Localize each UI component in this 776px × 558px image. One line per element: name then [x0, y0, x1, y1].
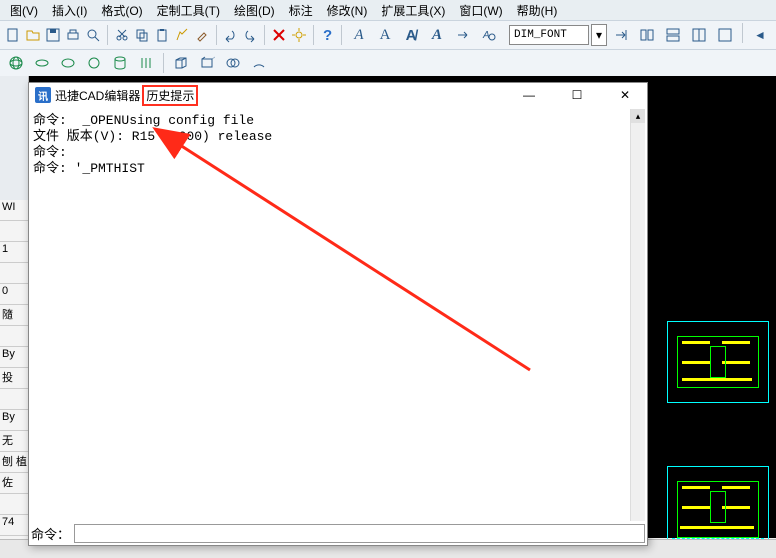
menu-draw[interactable]: 绘图(D)	[228, 0, 281, 21]
layout1-icon[interactable]	[635, 23, 659, 47]
arc-icon[interactable]	[247, 51, 271, 75]
font-style-a2[interactable]: A	[373, 23, 397, 47]
layout3-icon[interactable]	[687, 23, 711, 47]
separator	[341, 25, 342, 45]
match-icon[interactable]	[173, 23, 191, 47]
font-find-icon[interactable]: A	[477, 23, 501, 47]
brush-icon[interactable]	[193, 23, 211, 47]
menu-insert[interactable]: 插入(I)	[46, 0, 93, 21]
ellipse-icon[interactable]	[30, 51, 54, 75]
separator	[107, 25, 108, 45]
side-cell[interactable]: WI	[0, 200, 28, 221]
side-cell[interactable]	[0, 326, 28, 347]
separator	[264, 25, 265, 45]
shapes-toolbar	[0, 50, 776, 77]
menu-extend-tools[interactable]: 扩展工具(X)	[375, 0, 451, 21]
preview-icon[interactable]	[84, 23, 102, 47]
menu-view[interactable]: 图(V)	[4, 0, 44, 21]
command-prompt-label: 命令：	[31, 524, 74, 543]
right-toolbar: ◄	[635, 23, 772, 47]
redo-icon[interactable]	[241, 23, 259, 47]
save-icon[interactable]	[44, 23, 62, 47]
history-titlebar[interactable]: 讯 迅捷CAD编辑器 历史提示 — ☐ ✕	[29, 83, 647, 107]
font-toolbar: A A A̸ A A	[347, 23, 501, 47]
delete-x-icon[interactable]	[270, 23, 288, 47]
side-cell[interactable]	[0, 263, 28, 284]
menu-modify[interactable]: 修改(N)	[321, 0, 374, 21]
minimize-button[interactable]: —	[513, 85, 545, 105]
dim-apply-icon[interactable]	[609, 23, 633, 47]
burst-icon[interactable]	[290, 23, 308, 47]
print-icon[interactable]	[64, 23, 82, 47]
dim-font-selector: ▾	[509, 23, 633, 47]
scroll-up-icon[interactable]: ▴	[631, 109, 645, 123]
history-window: 讯 迅捷CAD编辑器 历史提示 — ☐ ✕ 命令: _OPENUsing con…	[28, 82, 648, 546]
layout2-icon[interactable]	[661, 23, 685, 47]
separator	[163, 53, 164, 73]
cylinder-icon[interactable]	[108, 51, 132, 75]
box-icon[interactable]	[169, 51, 193, 75]
new-icon[interactable]	[4, 23, 22, 47]
menu-help[interactable]: 帮助(H)	[511, 0, 564, 21]
side-cell[interactable]	[0, 494, 28, 515]
layout4-icon[interactable]	[713, 23, 737, 47]
oval-icon[interactable]	[82, 51, 106, 75]
paste-icon[interactable]	[153, 23, 171, 47]
history-text-body: 命令: _OPENUsing config file 文件 版本(V): R15…	[31, 109, 629, 521]
menu-window[interactable]: 窗口(W)	[453, 0, 508, 21]
nav-left-icon[interactable]: ◄	[748, 23, 772, 47]
side-cell[interactable]: 隨	[0, 305, 28, 326]
command-input[interactable]	[74, 524, 645, 543]
side-cell[interactable]: 1	[0, 242, 28, 263]
side-cell[interactable]: By	[0, 410, 28, 431]
copy-icon[interactable]	[133, 23, 151, 47]
font-style-a3[interactable]: A̸	[399, 23, 423, 47]
menu-annotate[interactable]: 标注	[283, 0, 319, 21]
font-arrow-icon[interactable]	[451, 23, 475, 47]
globe-icon[interactable]	[4, 51, 28, 75]
main-toolbar: ? A A A̸ A A ▾ ◄	[0, 21, 776, 50]
cut-icon[interactable]	[113, 23, 131, 47]
dim-font-dropdown[interactable]: ▾	[591, 24, 607, 46]
side-cell[interactable]: 投	[0, 368, 28, 389]
svg-text:A: A	[482, 30, 490, 41]
side-cell[interactable]: 刨 植	[0, 452, 28, 473]
dim-font-input[interactable]	[509, 25, 589, 45]
history-scrollbar[interactable]: ▴	[630, 109, 645, 521]
menu-bar: 图(V) 插入(I) 格式(O) 定制工具(T) 绘图(D) 标注 修改(N) …	[0, 0, 776, 21]
side-cell[interactable]: 0	[0, 284, 28, 305]
side-property-grid: WI 1 0 隨 By 投 By 无 刨 植 佐 74	[0, 200, 28, 557]
font-style-a4[interactable]: A	[425, 23, 449, 47]
help-icon[interactable]: ?	[319, 23, 336, 47]
box2-icon[interactable]	[195, 51, 219, 75]
side-cell[interactable]	[0, 221, 28, 242]
maximize-button[interactable]: ☐	[561, 85, 593, 105]
history-title-app: 迅捷CAD编辑器	[55, 87, 140, 104]
font-style-a1[interactable]: A	[347, 23, 371, 47]
ellipse2-icon[interactable]	[56, 51, 80, 75]
side-cell[interactable]: By	[0, 347, 28, 368]
side-cell[interactable]	[0, 389, 28, 410]
separator	[742, 23, 743, 43]
rings-icon[interactable]	[221, 51, 245, 75]
separator	[216, 25, 217, 45]
history-title-suffix: 历史提示	[142, 85, 198, 106]
menu-custom-tools[interactable]: 定制工具(T)	[151, 0, 226, 21]
undo-icon[interactable]	[221, 23, 239, 47]
bars-icon[interactable]	[134, 51, 158, 75]
command-prompt-row: 命令：	[31, 523, 645, 543]
cad-drawing-preview-1	[662, 306, 772, 416]
close-button[interactable]: ✕	[609, 85, 641, 105]
open-icon[interactable]	[24, 23, 42, 47]
menu-format[interactable]: 格式(O)	[95, 0, 148, 21]
side-cell[interactable]: 佐	[0, 473, 28, 494]
app-icon: 讯	[35, 87, 51, 103]
side-cell[interactable]: 74	[0, 515, 28, 536]
side-cell[interactable]: 无	[0, 431, 28, 452]
separator	[313, 25, 314, 45]
